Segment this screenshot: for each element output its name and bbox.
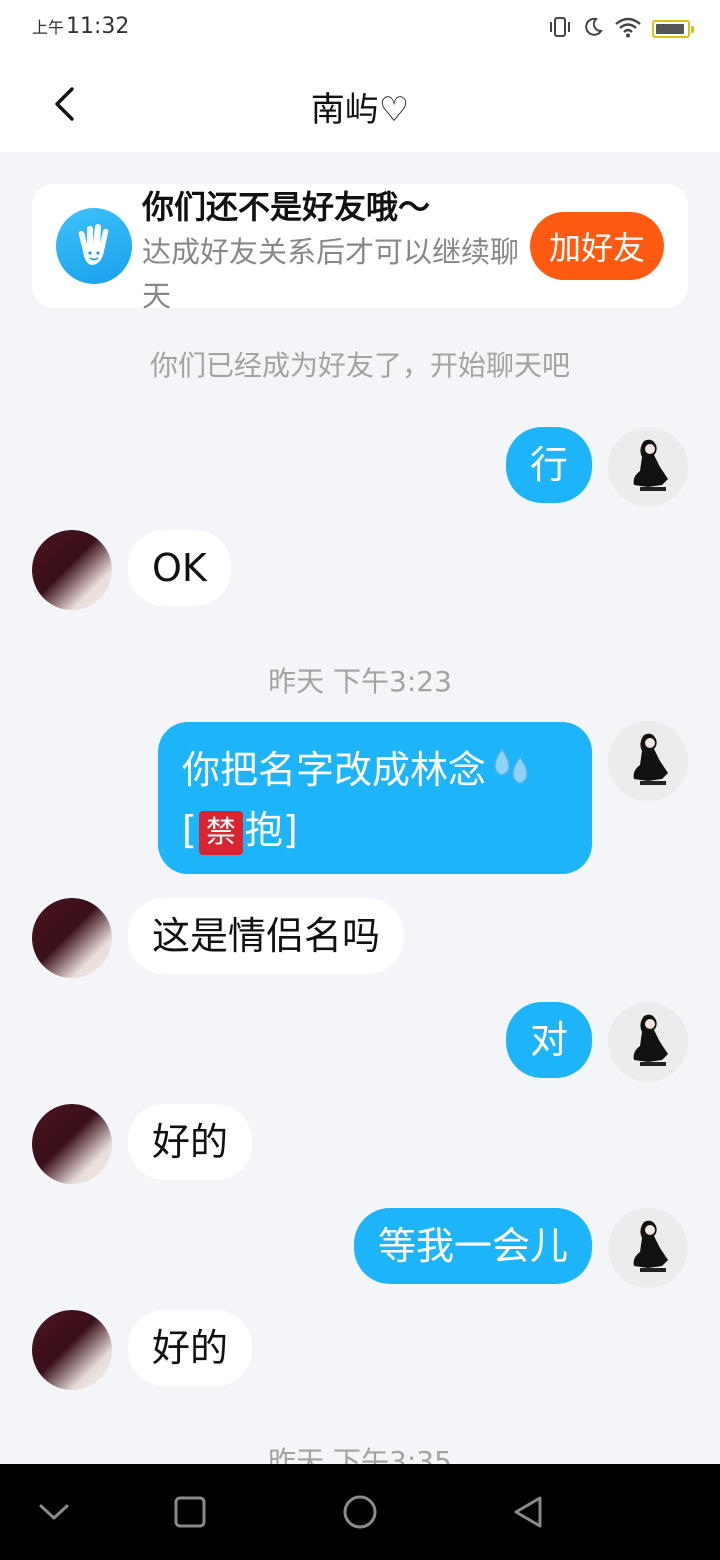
message-text-bracket: [ xyxy=(182,808,197,852)
contact-avatar[interactable] xyxy=(32,898,112,978)
vibrate-icon xyxy=(548,16,572,42)
message-bubble-them[interactable]: OK xyxy=(128,530,231,606)
system-note: 你们已经成为好友了，开始聊天吧 xyxy=(149,349,570,382)
my-avatar[interactable] xyxy=(608,1002,688,1082)
hand-wave-icon xyxy=(56,208,132,284)
message-bubble-me[interactable]: 你把名字改成林念 [禁抱] xyxy=(158,722,592,874)
chat-header: 南屿♡ xyxy=(0,58,720,152)
recents-button[interactable] xyxy=(164,1486,216,1538)
page-title: 南屿♡ xyxy=(310,90,410,130)
home-button[interactable] xyxy=(334,1486,386,1538)
message-bubble-me[interactable]: 等我一会儿 xyxy=(353,1208,592,1284)
triangle-back-icon xyxy=(514,1496,542,1528)
status-clock: 11:32 xyxy=(66,14,130,39)
timestamp: 昨天 下午3:23 xyxy=(268,665,452,698)
message-bubble-me[interactable]: 对 xyxy=(505,1002,592,1078)
ban-emoji: 禁 xyxy=(198,810,243,855)
square-icon xyxy=(174,1496,206,1528)
add-friend-button[interactable]: 加好友 xyxy=(530,212,664,280)
contact-avatar[interactable] xyxy=(32,530,112,610)
wifi-icon xyxy=(614,16,642,42)
battery-icon xyxy=(652,20,694,38)
contact-avatar[interactable] xyxy=(32,1310,112,1390)
system-nav-bar xyxy=(0,1464,720,1560)
message-bubble-them[interactable]: 这是情侣名吗 xyxy=(128,898,405,974)
message-bubble-them[interactable]: 好的 xyxy=(128,1310,253,1386)
chevron-down-icon xyxy=(39,1504,69,1520)
friend-tip-title: 你们还不是好友哦～ xyxy=(142,188,431,226)
sweat-droplets-icon xyxy=(488,743,536,802)
status-ampm: 上午 xyxy=(32,18,65,37)
my-avatar[interactable] xyxy=(608,427,688,507)
message-text: 你把名字改成林念 xyxy=(182,748,487,792)
message-text-tail: 抱] xyxy=(244,808,298,852)
status-icons xyxy=(548,16,694,42)
my-avatar[interactable] xyxy=(608,1208,688,1288)
status-time: 上午11:32 xyxy=(32,14,129,39)
moon-icon xyxy=(582,16,604,42)
status-bar: 上午11:32 xyxy=(0,0,720,58)
friend-tip-card: 你们还不是好友哦～ 达成好友关系后才可以继续聊天 加好友 xyxy=(32,184,688,313)
contact-avatar[interactable] xyxy=(32,1104,112,1184)
my-avatar[interactable] xyxy=(608,721,688,801)
circle-icon xyxy=(343,1495,377,1529)
back-nav-button[interactable] xyxy=(502,1486,554,1538)
collapse-button[interactable] xyxy=(28,1486,80,1538)
friend-tip-description: 达成好友关系后才可以继续聊天 xyxy=(142,235,520,313)
message-bubble-me[interactable]: 行 xyxy=(505,427,592,503)
message-bubble-them[interactable]: 好的 xyxy=(128,1104,253,1180)
